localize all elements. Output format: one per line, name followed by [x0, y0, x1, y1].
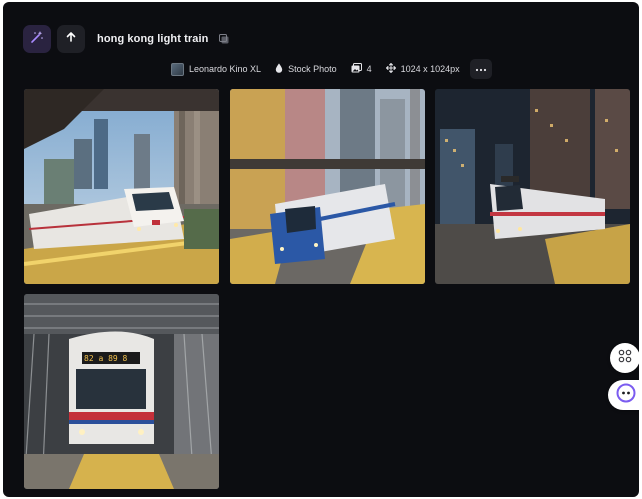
images-icon: [351, 63, 362, 75]
more-options-button[interactable]: [469, 59, 492, 79]
generated-image-2[interactable]: [230, 89, 425, 284]
apps-grid-icon: [618, 349, 632, 368]
image-count: 4: [366, 64, 372, 74]
model-info: Leonardo Kino XL: [171, 62, 262, 76]
generation-panel: hong kong light train Leonardo Kino XL S…: [3, 2, 639, 497]
dimensions-info: 1024 x 1024px: [385, 62, 460, 75]
arrow-up-icon: [65, 30, 77, 48]
magic-wand-button[interactable]: [23, 25, 51, 53]
model-name: Leonardo Kino XL: [189, 64, 262, 74]
style-name: Stock Photo: [288, 64, 337, 74]
style-info: Stock Photo: [275, 63, 337, 75]
dimensions-value: 1024 x 1024px: [400, 64, 460, 74]
image-count-info: 4: [351, 63, 372, 75]
generated-image-3[interactable]: [435, 89, 630, 284]
apps-button[interactable]: [610, 343, 639, 373]
model-thumbnail: [171, 62, 184, 76]
assistant-button[interactable]: [608, 380, 639, 410]
prompt-header: hong kong light train: [23, 24, 230, 54]
copy-icon[interactable]: [218, 33, 230, 45]
generation-meta: Leonardo Kino XL Stock Photo 4 1024 x 10…: [171, 58, 492, 80]
generated-image-1[interactable]: [24, 89, 219, 284]
magic-wand-icon: [30, 30, 44, 49]
prompt-title: hong kong light train: [97, 33, 209, 45]
generated-image-4[interactable]: 82 a 89 8: [24, 294, 219, 489]
more-dots-icon: [475, 64, 487, 74]
drop-icon: [275, 63, 283, 75]
svg-text:82 a 89 8: 82 a 89 8: [84, 354, 128, 363]
assistant-face-icon: [616, 383, 636, 408]
upload-button[interactable]: [57, 25, 85, 53]
move-arrows-icon: [385, 62, 396, 75]
